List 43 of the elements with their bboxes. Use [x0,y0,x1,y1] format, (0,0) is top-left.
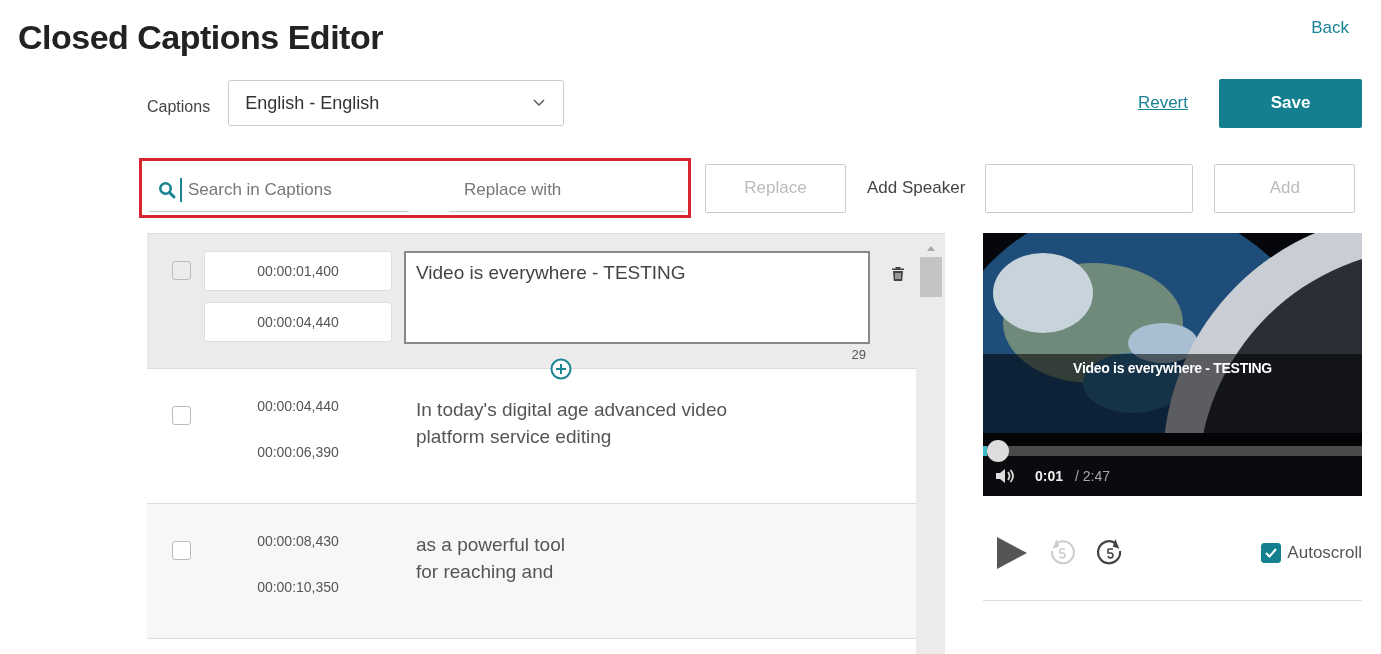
start-time: 00:00:08,430 [256,533,340,549]
caption-text: as a powerful tool [416,533,565,557]
start-time: 00:00:04,440 [256,398,340,414]
volume-icon[interactable] [995,468,1015,484]
caption-text-field[interactable]: Video is everywhere - TESTING [404,251,870,344]
scrollbar[interactable] [916,234,945,654]
chevron-down-icon [533,99,546,107]
back-link[interactable]: Back [1311,18,1349,57]
autoscroll-label: Autoscroll [1287,543,1362,563]
caption-row[interactable]: 00:00:08,430 00:00:10,350 as a powerful tool for reaching and [147,504,916,639]
add-speaker-label: Add Speaker [867,178,966,198]
checkbox[interactable] [172,261,191,280]
caption-text: for reaching and [416,560,555,584]
subtitle-text: Video is everywhere - TESTING [1073,360,1272,378]
caption-text: platform service editing [416,425,613,449]
end-time: 00:00:06,390 [256,444,340,460]
search-field[interactable]: Search in Captions [186,180,409,200]
save-button[interactable]: Save [1219,78,1362,128]
checkmark-icon [1264,547,1279,559]
character-count: 29 [851,347,866,362]
duration: / 2:47 [1075,468,1111,484]
caption-text: In today's digital age advanced video [416,398,727,422]
revert-link[interactable]: Revert [1137,93,1188,113]
end-time-field[interactable]: 00:00:04,440 [204,302,392,342]
captions-label: Captions [147,98,211,116]
replace-field[interactable]: Replace with [462,180,685,200]
scrollbar-thumb[interactable] [919,257,942,297]
end-time: 00:00:10,350 [256,579,340,595]
trash-icon[interactable] [891,266,905,282]
language-dropdown[interactable]: English - English [228,80,565,126]
progress-slider[interactable] [983,440,1362,462]
search-icon [158,181,176,199]
play-icon[interactable] [995,535,1029,571]
start-time-field[interactable]: 00:00:01,400 [204,251,392,291]
add-caption-icon[interactable] [550,358,572,380]
video-player[interactable]: Video is everywhere - TESTING 0:01 / 2:47 [983,233,1362,496]
checkbox[interactable] [172,541,191,560]
current-time: 0:01 [1035,468,1064,484]
speaker-input[interactable] [985,163,1194,213]
caption-row[interactable]: 00:00:01,400 00:00:04,440 Video is everywhere - TESTING 29 [147,234,916,369]
autoscroll-checkbox[interactable] [1261,543,1282,563]
page-title: Closed Captions Editor [18,18,383,57]
checkbox[interactable] [172,406,191,425]
